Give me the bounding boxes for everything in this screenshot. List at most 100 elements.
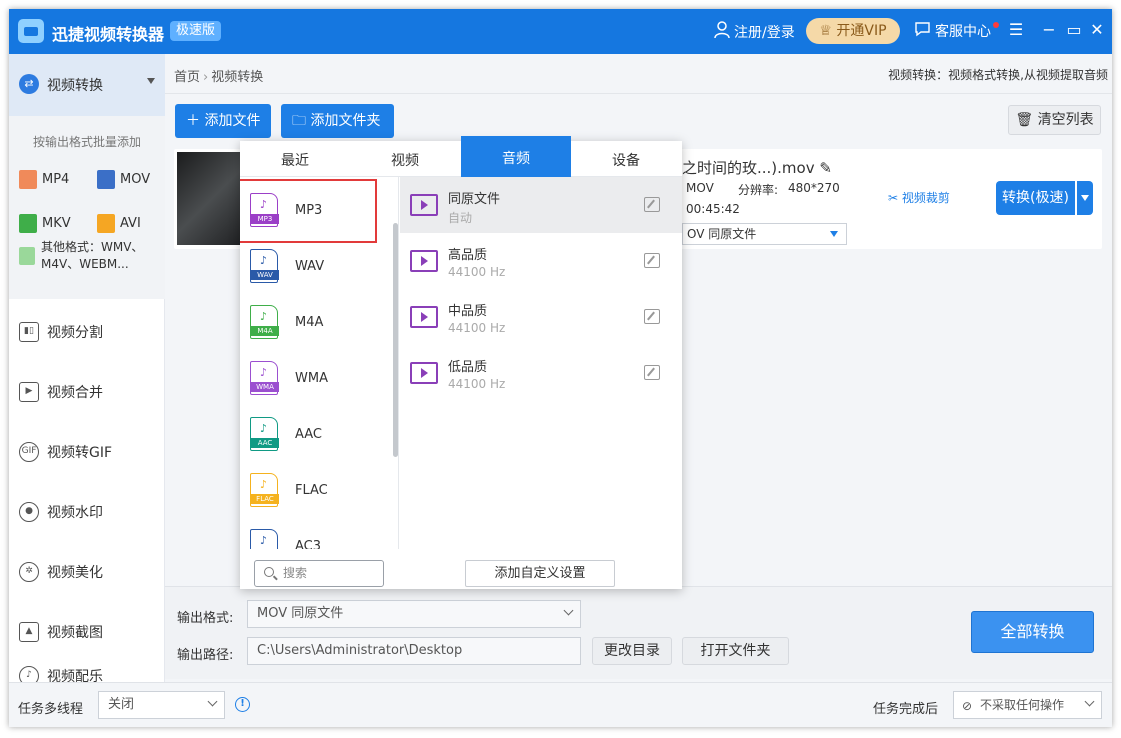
edit-icon[interactable]: [644, 253, 660, 268]
output-format-select[interactable]: MOV 同原文件: [247, 600, 581, 628]
crop-button[interactable]: ✂ 视频裁剪: [888, 189, 950, 206]
format-item-wav[interactable]: ♪ WAV WAV: [240, 239, 392, 295]
m4a-file-icon: ♪ M4A: [250, 305, 279, 339]
tab-audio[interactable]: 音频: [461, 136, 571, 177]
sidebar-item-merge[interactable]: ▶ 视频合并: [9, 372, 165, 412]
format-label: AVI: [120, 216, 141, 231]
sidebar-item-beautify[interactable]: ✲ 视频美化: [9, 552, 165, 592]
edit-icon[interactable]: [644, 309, 660, 324]
resolution-label: 分辨率:: [738, 183, 779, 197]
quick-format-mp4[interactable]: MP4: [19, 170, 69, 189]
add-file-button[interactable]: ＋ 添加文件: [175, 104, 271, 138]
gif-icon: GIF: [19, 442, 39, 462]
menu-icon[interactable]: ☰: [1006, 20, 1026, 40]
quick-format-mkv[interactable]: MKV: [19, 214, 71, 233]
folder-icon: 🗀: [292, 113, 306, 129]
convert-options-button[interactable]: [1077, 181, 1093, 215]
mkv-icon: [19, 214, 37, 233]
video-file-icon: [410, 194, 438, 216]
breadcrumb-home[interactable]: 首页: [174, 70, 200, 85]
tab-recent[interactable]: 最近: [240, 141, 350, 177]
quality-item-original[interactable]: 同原文件 自动: [400, 177, 682, 233]
audio-format-list: ♪ MP3 MP3 ♪ WAV WAV ♪ M4A M4A ♪ WMA WMA ♪ AAC…: [240, 177, 399, 549]
sidebar-item-screenshot[interactable]: ▲ 视频截图: [9, 612, 165, 652]
quality-item-medium[interactable]: 中品质 44100 Hz: [400, 289, 682, 345]
after-complete-select[interactable]: ⊘ 不采取任何操作: [953, 691, 1102, 719]
quality-name: 中品质: [448, 304, 488, 319]
edit-pencil-icon[interactable]: ✎: [819, 159, 832, 177]
sidebar-item-label: 视频配乐: [47, 669, 103, 682]
sidebar-item-gif[interactable]: GIF 视频转GIF: [9, 432, 165, 472]
quick-format-mov[interactable]: MOV: [97, 170, 150, 189]
video-thumbnail[interactable]: [177, 152, 247, 245]
sidebar: ⇄ 视频转换 按输出格式批量添加 MP4 MOV MKV AVI 其他格式：WM…: [9, 54, 165, 682]
service-button[interactable]: 客服中心: [914, 21, 991, 43]
vip-button[interactable]: ♕ 开通VIP: [806, 18, 900, 44]
format-item-flac[interactable]: ♪ FLAC FLAC: [240, 463, 392, 519]
chat-icon: [914, 21, 931, 43]
format-name: WMA: [295, 371, 328, 386]
format-label: MOV: [120, 172, 151, 187]
plus-icon: ＋: [186, 113, 200, 129]
multithread-select[interactable]: 关闭: [98, 691, 225, 719]
convert-button[interactable]: 转换(极速): [996, 181, 1075, 215]
avi-icon: [97, 214, 115, 233]
convert-all-button[interactable]: 全部转换: [971, 611, 1094, 653]
format-label: MKV: [42, 216, 71, 231]
format-search-input[interactable]: 搜索: [254, 560, 384, 587]
page-description: 视频转换：视频格式转换,从视频提取音频: [888, 68, 1108, 82]
output-path-field[interactable]: C:\Users\Administrator\Desktop: [247, 637, 581, 665]
image-icon: ▲: [19, 622, 39, 642]
maximize-icon[interactable]: ▭: [1064, 20, 1084, 40]
video-file-icon: [410, 250, 438, 272]
file-icon-tag: FLAC: [251, 494, 279, 504]
format-item-m4a[interactable]: ♪ M4A M4A: [240, 295, 392, 351]
file-format: MOV: [686, 181, 714, 195]
close-icon[interactable]: ✕: [1087, 20, 1107, 40]
format-item-aac[interactable]: ♪ AAC AAC: [240, 407, 392, 463]
quality-item-low[interactable]: 低品质 44100 Hz: [400, 345, 682, 401]
add-folder-button[interactable]: 🗀 添加文件夹: [281, 104, 394, 138]
file-name: 之时间的玫...).mov ✎: [682, 157, 832, 178]
sidebar-item-label: 视频合并: [47, 385, 103, 401]
crop-label: 视频裁剪: [901, 191, 950, 205]
edit-icon[interactable]: [644, 365, 660, 380]
minimize-icon[interactable]: −: [1039, 20, 1059, 40]
quality-item-high[interactable]: 高品质 44100 Hz: [400, 233, 682, 289]
file-duration: 00:45:42: [686, 202, 740, 216]
info-icon[interactable]: !: [235, 697, 250, 712]
sidebar-item-label: 视频截图: [47, 625, 103, 641]
edit-icon[interactable]: [644, 197, 660, 212]
change-dir-button[interactable]: 更改目录: [592, 637, 672, 665]
add-file-label: 添加文件: [204, 113, 261, 129]
sidebar-item-label: 视频转GIF: [47, 445, 113, 461]
app-window: 迅捷视频转换器 极速版 注册/登录 ♕ 开通VIP 客服中心 ☰ − ▭ ✕ ⇄…: [9, 9, 1112, 727]
notification-dot: [993, 22, 999, 28]
clear-list-button[interactable]: 🗑 清空列表: [1008, 105, 1101, 135]
list-scrollbar[interactable]: [393, 223, 398, 457]
sidebar-item-video-convert[interactable]: ⇄ 视频转换: [9, 54, 165, 116]
watermark-icon: ●: [19, 502, 39, 522]
wma-file-icon: ♪ WMA: [250, 361, 279, 395]
quality-detail: 44100 Hz: [448, 265, 506, 279]
quick-format-avi[interactable]: AVI: [97, 214, 141, 233]
add-custom-setting-button[interactable]: 添加自定义设置: [465, 560, 615, 587]
tab-video[interactable]: 视频: [350, 141, 460, 177]
trash-icon: 🗑: [1015, 112, 1034, 128]
sidebar-item-music[interactable]: ♪ 视频配乐: [9, 666, 165, 682]
sidebar-item-watermark[interactable]: ● 视频水印: [9, 492, 165, 532]
chevron-down-icon: [563, 605, 574, 616]
format-name: AC3: [295, 539, 322, 549]
file-output-select[interactable]: OV 同原文件: [682, 223, 847, 245]
open-folder-button[interactable]: 打开文件夹: [682, 637, 789, 665]
crown-icon: ♕: [819, 23, 832, 39]
search-icon: [264, 567, 274, 577]
login-button[interactable]: 注册/登录: [714, 21, 795, 45]
format-item-ac3[interactable]: ♪AC3 AC3: [240, 519, 392, 549]
quick-add-hint: 按输出格式批量添加: [32, 135, 141, 149]
sidebar-item-split[interactable]: ▮▯ 视频分割: [9, 312, 165, 352]
output-format-label: 输出格式:: [177, 611, 234, 626]
format-item-wma[interactable]: ♪ WMA WMA: [240, 351, 392, 407]
wav-file-icon: ♪ WAV: [250, 249, 279, 283]
tab-device[interactable]: 设备: [571, 141, 681, 177]
